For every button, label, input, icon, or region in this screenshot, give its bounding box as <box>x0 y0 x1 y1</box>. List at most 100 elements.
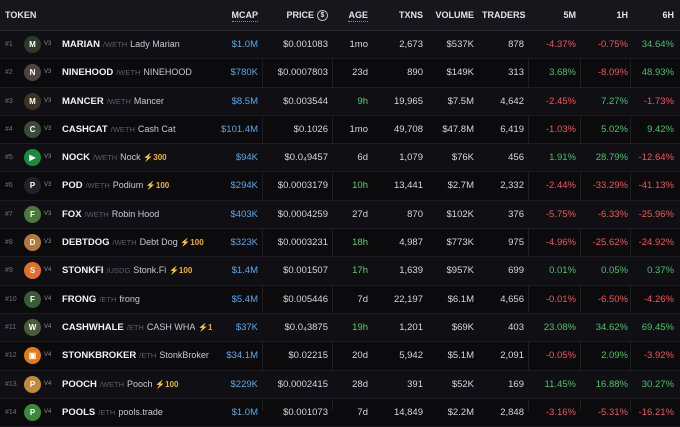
txns-value: 1,079 <box>399 152 423 164</box>
token-symbol: NOCK <box>62 152 90 164</box>
quote-pair: /ETH <box>99 294 117 304</box>
dex-version-badge: V3 <box>44 125 52 132</box>
header-1h[interactable]: 1H <box>584 0 628 30</box>
rank-label: #1 <box>5 41 13 48</box>
volume-value: $2.7M <box>447 180 474 192</box>
mcap-value: $780K <box>230 67 258 79</box>
header-age[interactable]: AGE <box>336 0 368 30</box>
currency-toggle-icon[interactable]: $ <box>317 10 328 22</box>
token-cell[interactable]: CASHWHALE/ETHCASH WHA ⚡100 <box>62 314 212 341</box>
rank-label: #11 <box>5 323 17 331</box>
table-row[interactable]: #3 M V3 MANCER/WETH Mancer $8.5M $0.003544 9h 19… <box>0 87 680 116</box>
token-logo-icon: S <box>24 262 41 280</box>
token-name: Pooch <box>127 378 153 389</box>
table-row[interactable]: #1 M V3 MARIAN/WETH Lady Marian $1.0M $0.00108… <box>0 31 680 60</box>
token-symbol: CASHCAT <box>62 123 108 135</box>
header-txns[interactable]: TXNS <box>378 0 423 30</box>
token-logo-icon: P <box>24 375 41 393</box>
header-price[interactable]: PRICE $ <box>266 0 328 30</box>
change-6h: -25.96% <box>638 208 674 220</box>
change-6h: -1.73% <box>643 95 674 107</box>
header-traders[interactable]: TRADERS <box>482 0 526 30</box>
txns-value: 19,965 <box>393 95 423 107</box>
token-symbol: FRONG <box>62 293 97 305</box>
token-cell[interactable]: STONKFI/USDG Stonk.Fi ⚡100 <box>62 257 212 284</box>
mcap-value: $37K <box>235 321 258 333</box>
mcap-value: $101.4M <box>221 123 258 135</box>
token-name: pools.trade <box>118 406 163 417</box>
change-6h: 30.27% <box>641 378 674 390</box>
header-mcap-label: MCAP <box>231 10 258 22</box>
age-value: 27d <box>352 208 368 220</box>
token-name: StonkBroker <box>159 350 209 361</box>
price-value: $0.0002415 <box>277 378 328 390</box>
txns-value: 890 <box>407 67 423 79</box>
table-row[interactable]: #14 P V4 POOLS/ETH pools.trade $1.0M $0.001073… <box>0 399 680 427</box>
txns-value: 870 <box>407 208 423 220</box>
traders-value: 2,091 <box>500 350 524 362</box>
token-symbol: MARIAN <box>62 39 100 50</box>
table-row[interactable]: #4 C V3 CASHCAT/WETH Cash Cat $101.4M $0.1026 1… <box>0 116 680 145</box>
table-row[interactable]: #9 S V4 STONKFI/USDG Stonk.Fi ⚡100 $1.4M $0.00… <box>0 257 680 286</box>
token-symbol: NINEHOOD <box>62 67 114 79</box>
table-row[interactable]: #13 P V4 POOCH/WETH Pooch ⚡100 $229K $0.000241… <box>0 370 680 399</box>
table-row[interactable]: #5 ▶ V3 NOCK/WETH Nock ⚡300 $94K $0.0₄9457 6d 1,… <box>0 144 680 173</box>
traders-value: 456 <box>508 152 524 164</box>
table-row[interactable]: #6 P V3 POD/WETH Podium ⚡100 $294K $0.0003179 1… <box>0 172 680 201</box>
token-cell[interactable]: STONKBROKER/ETH StonkBroker <box>62 342 212 369</box>
quote-pair: /WETH <box>99 379 125 389</box>
change-5m: -0.01% <box>545 293 576 305</box>
token-logo-icon: M <box>24 36 41 53</box>
mcap-value: $323K <box>230 237 258 249</box>
change-6h: -24.92% <box>638 237 674 249</box>
price-value: $0.003544 <box>283 95 328 107</box>
volume-value: $7.5M <box>447 95 474 107</box>
header-6h[interactable]: 6H <box>632 0 674 30</box>
mcap-value: $229K <box>230 378 258 390</box>
token-cell[interactable]: POOLS/ETH pools.trade <box>62 399 212 426</box>
change-1h: 2.09% <box>601 350 628 362</box>
boost-badge: ⚡100 <box>180 238 204 248</box>
token-logo-icon: D <box>24 234 41 252</box>
price-value: $0.0003231 <box>277 237 328 249</box>
token-cell[interactable]: NOCK/WETH Nock ⚡300 <box>62 144 212 171</box>
price-value: $0.0007803 <box>277 67 328 79</box>
token-cell[interactable]: MANCER/WETH Mancer <box>62 88 212 115</box>
token-cell[interactable]: FOX/WETH Robin Hood <box>62 201 212 228</box>
rank-label: #8 <box>5 239 13 247</box>
header-mcap[interactable]: MCAP <box>212 0 258 30</box>
table-row[interactable]: #12 ▣ V4 STONKBROKER/ETH StonkBroker $34.1M $0… <box>0 342 680 371</box>
token-cell[interactable]: NINEHOOD/WETH NINEHOOD <box>62 59 212 86</box>
table-row[interactable]: #11 WV4 CASHWHALE/ETHCASH WHA ⚡100 $37K $0.0… <box>0 313 680 343</box>
token-cell[interactable]: FRONG/ETH frong <box>62 286 212 313</box>
header-token[interactable]: TOKEN <box>5 0 36 30</box>
table-row[interactable]: #8 D V3 DEBTDOG/WETH Debt Dog ⚡100 $323K $0.00… <box>0 229 680 258</box>
quote-pair: /WETH <box>84 209 109 219</box>
mcap-value: $1.0M <box>231 406 258 418</box>
change-6h: 9.42% <box>647 123 674 135</box>
token-cell[interactable]: DEBTDOG/WETH Debt Dog ⚡100 <box>62 229 212 256</box>
token-cell[interactable]: POD/WETH Podium ⚡100 <box>62 172 212 199</box>
traders-value: 975 <box>508 237 524 249</box>
table-row[interactable]: #7 F V3 FOX/WETH Robin Hood $403K $0.0004259 27… <box>0 200 680 230</box>
txns-value: 13,441 <box>393 180 423 192</box>
token-cell[interactable]: MARIAN/WETH Lady Marian <box>62 31 212 58</box>
dex-version-badge: V4 <box>44 323 52 330</box>
change-5m: -1.03% <box>545 123 576 135</box>
table-row[interactable]: #10 F V4 FRONG/ETH frong $5.4M $0.005446 7d 22,1… <box>0 286 680 314</box>
header-volume[interactable]: VOLUME <box>432 0 474 30</box>
age-value: 19h <box>352 321 368 333</box>
token-cell[interactable]: CASHCAT/WETH Cash Cat <box>62 116 212 143</box>
rank-label: #7 <box>5 210 13 218</box>
quote-pair: /USDG <box>106 266 131 276</box>
change-5m: -4.96% <box>545 237 576 249</box>
table-row[interactable]: #2 N V3 NINEHOOD/WETH NINEHOOD $780K $0.000780… <box>0 59 680 88</box>
header-5m[interactable]: 5M <box>532 0 576 30</box>
change-1h: 28.79% <box>595 152 628 164</box>
table-body: #1 M V3 MARIAN/WETH Lady Marian $1.0M $0.00108… <box>0 31 680 427</box>
token-cell[interactable]: POOCH/WETH Pooch ⚡100 <box>62 371 212 398</box>
quote-pair: /WETH <box>85 181 110 191</box>
age-value: 7d <box>357 293 368 305</box>
boost-badge: ⚡100 <box>155 379 179 389</box>
boost-badge: ⚡100 <box>168 266 193 276</box>
